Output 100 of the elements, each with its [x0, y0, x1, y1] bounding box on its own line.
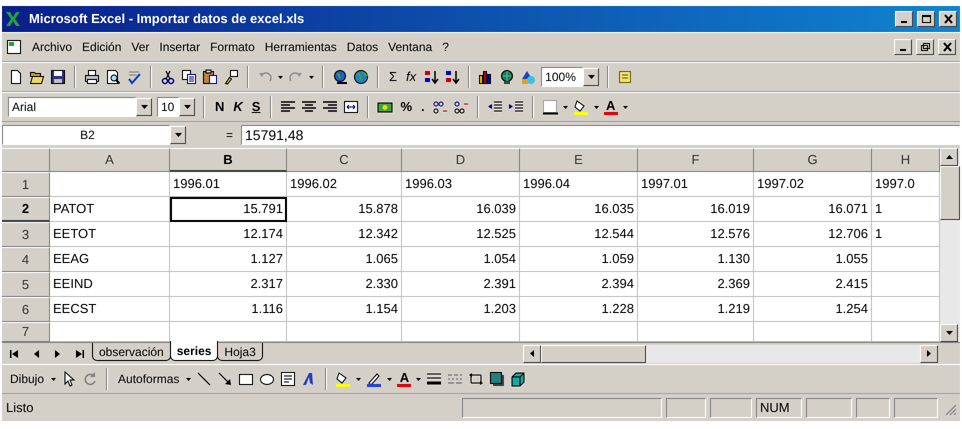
vertical-scrollbar[interactable] — [940, 148, 960, 342]
sheet-tab[interactable]: series — [170, 341, 218, 361]
close-icon[interactable] — [942, 42, 952, 52]
scroll-right-icon[interactable] — [927, 350, 931, 357]
dropdown-button[interactable] — [170, 126, 186, 144]
column-header[interactable]: B — [170, 148, 287, 172]
restore-icon[interactable] — [920, 42, 930, 52]
caret-icon[interactable] — [416, 378, 422, 380]
brush-icon[interactable] — [223, 69, 239, 85]
shadow-icon[interactable] — [489, 371, 506, 387]
borders-icon[interactable] — [542, 99, 558, 115]
close-icon[interactable] — [942, 14, 954, 24]
menu-item[interactable]: ? — [442, 38, 449, 56]
dropdown-button[interactable] — [583, 68, 600, 86]
menu-item[interactable]: Datos — [346, 38, 378, 56]
arrow-icon[interactable] — [217, 371, 234, 387]
font-color-button[interactable]: A — [604, 100, 618, 114]
oval-icon[interactable] — [259, 371, 276, 387]
font-color-button[interactable]: A — [397, 372, 412, 386]
name-box[interactable]: B2 — [2, 125, 170, 145]
align-center-icon[interactable] — [301, 99, 318, 115]
line-icon[interactable] — [196, 371, 212, 387]
last-sheet-icon[interactable] — [76, 350, 84, 358]
map-icon[interactable] — [499, 69, 516, 85]
caret-icon[interactable] — [174, 133, 182, 137]
menu-item[interactable]: Formato — [210, 38, 255, 56]
autoshapes-button[interactable]: Autoformas — [116, 371, 182, 387]
row-header[interactable]: 5 — [2, 272, 50, 297]
sheet-tab[interactable]: Hoja3 — [217, 343, 263, 361]
draw-menu-button[interactable]: Dibujo — [8, 371, 46, 387]
new-document-icon[interactable] — [8, 69, 24, 85]
formula-field[interactable]: 15791,48 — [241, 125, 960, 145]
align-left-icon[interactable] — [280, 99, 296, 115]
cube-icon[interactable] — [510, 371, 526, 387]
bold-button[interactable]: N — [213, 99, 226, 115]
web-icon[interactable] — [353, 69, 369, 85]
autosum-button[interactable]: Σ — [387, 69, 400, 85]
caret-icon[interactable] — [140, 105, 148, 109]
print-preview-icon[interactable] — [105, 69, 121, 85]
menu-item[interactable]: Edición — [82, 38, 122, 56]
scroll-thumb[interactable] — [541, 344, 646, 362]
row-header[interactable]: 7 — [2, 322, 50, 342]
column-header[interactable]: G — [754, 148, 872, 172]
caret-icon[interactable] — [184, 105, 190, 109]
function-button[interactable]: fx — [404, 69, 418, 85]
column-header[interactable]: D — [402, 148, 520, 172]
paste-icon[interactable] — [202, 69, 218, 85]
brush-line-icon[interactable] — [366, 371, 382, 387]
scroll-left-icon[interactable] — [530, 350, 534, 357]
arrow-style-icon[interactable] — [468, 371, 484, 387]
save-icon[interactable] — [50, 69, 66, 85]
text-box-icon[interactable] — [280, 371, 296, 387]
maximize-icon[interactable] — [920, 14, 932, 24]
scroll-thumb[interactable] — [940, 166, 960, 220]
previous-sheet-icon[interactable] — [34, 350, 39, 358]
fill-bucket-icon[interactable] — [335, 371, 352, 387]
maximize-button[interactable] — [917, 11, 935, 27]
menu-item[interactable]: Ventana — [388, 38, 432, 56]
caret-icon[interactable] — [594, 106, 599, 108]
horizontal-scrollbar[interactable] — [523, 344, 938, 362]
font-field[interactable]: Arial — [8, 97, 136, 117]
equals-button[interactable]: = — [226, 126, 233, 144]
align-right-icon[interactable] — [322, 99, 338, 115]
caret-icon[interactable] — [562, 106, 568, 108]
select-all-button[interactable] — [2, 148, 50, 172]
menu-item[interactable]: Insertar — [159, 38, 200, 56]
rectangle-icon[interactable] — [238, 371, 254, 387]
column-header[interactable]: F — [638, 148, 754, 172]
assistant-icon[interactable] — [617, 69, 634, 85]
print-icon[interactable] — [84, 69, 100, 85]
column-header[interactable]: A — [50, 148, 170, 172]
dropdown-button[interactable] — [136, 98, 152, 116]
percent-button[interactable]: % — [398, 99, 414, 115]
minimize-button[interactable] — [895, 11, 913, 27]
close-button[interactable] — [939, 11, 957, 27]
scissors-icon[interactable] — [160, 69, 176, 85]
minimize-button[interactable] — [894, 39, 912, 55]
caret-icon[interactable] — [51, 378, 56, 380]
menu-item[interactable]: Archivo — [32, 38, 72, 56]
underline-button[interactable]: S — [250, 99, 262, 115]
row-header[interactable]: 6 — [2, 297, 50, 322]
caret-icon[interactable] — [186, 378, 192, 380]
active-cell[interactable]: 15.791 — [170, 197, 287, 222]
font-size-field[interactable]: 10 — [157, 97, 179, 117]
italic-button[interactable]: K — [231, 99, 245, 115]
rotate-icon[interactable] — [82, 371, 98, 387]
next-sheet-icon[interactable] — [55, 350, 60, 358]
hyperlink-icon[interactable] — [332, 69, 348, 85]
first-sheet-icon[interactable] — [10, 350, 18, 358]
row-header[interactable]: 3 — [2, 222, 50, 247]
workbook-icon[interactable] — [6, 39, 22, 55]
row-header[interactable]: 1 — [2, 172, 50, 197]
close-button[interactable] — [938, 39, 956, 55]
merge-cells-icon[interactable] — [343, 99, 360, 115]
sheet-tab[interactable]: observación — [92, 343, 171, 361]
caret-icon[interactable] — [588, 75, 595, 79]
menu-item[interactable]: Ver — [131, 38, 150, 56]
scroll-up-icon[interactable] — [946, 155, 952, 159]
restore-button[interactable] — [916, 39, 934, 55]
zoom-field[interactable]: 100% — [541, 67, 584, 87]
